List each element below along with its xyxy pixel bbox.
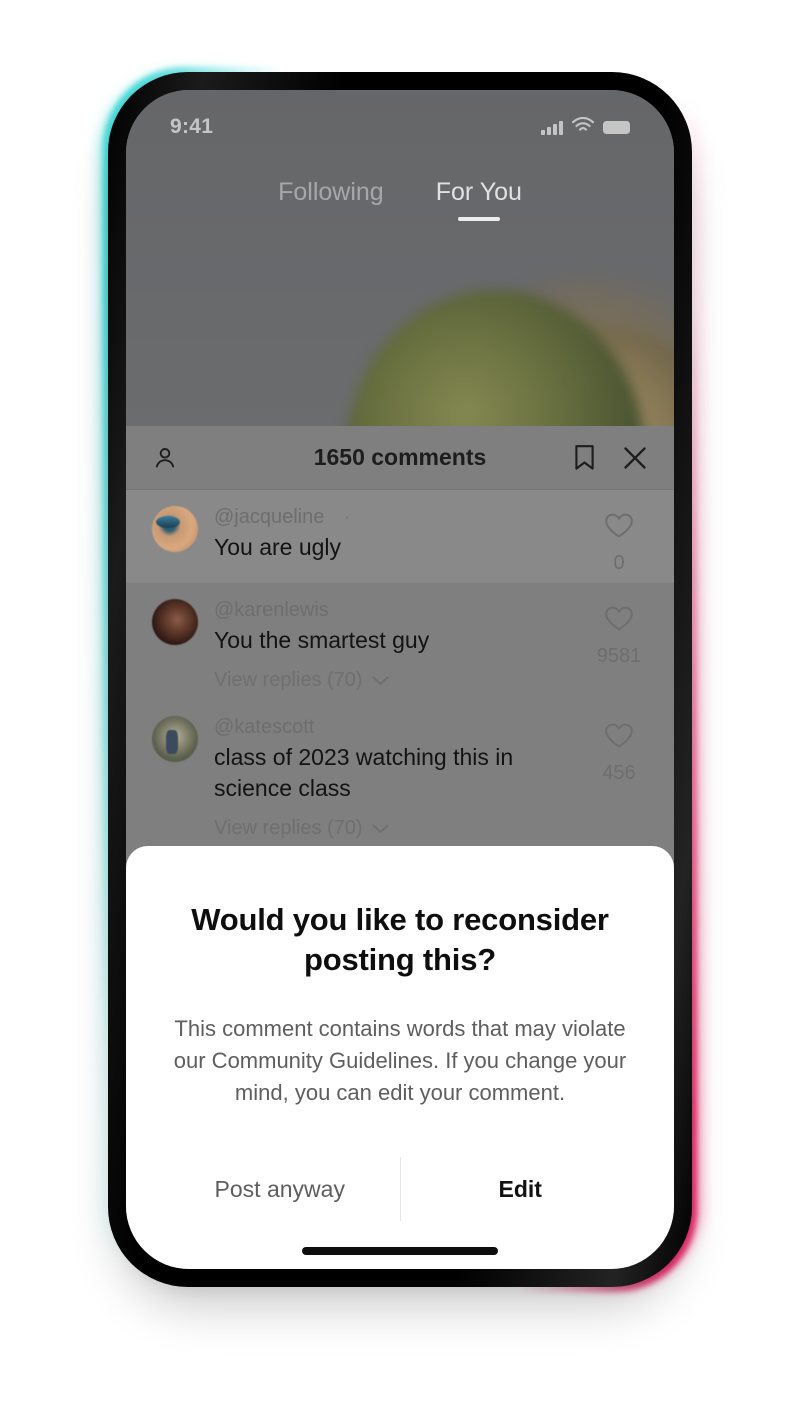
wifi-icon (571, 115, 595, 139)
status-time: 9:41 (170, 115, 214, 138)
home-indicator[interactable] (302, 1247, 498, 1255)
view-replies-label: View replies (70) (214, 669, 363, 692)
comment-username-row: @katescott (214, 716, 574, 739)
status-icon-group (541, 115, 630, 139)
comment-like-group[interactable]: 9581 (590, 599, 648, 692)
screenshot-canvas: 9:41 Following For You 1650 comments @ja… (0, 0, 800, 1422)
view-replies-button[interactable]: View replies (70) (214, 669, 574, 692)
view-replies-label: View replies (70) (214, 817, 363, 840)
comment-username[interactable]: @karenlewis (214, 599, 329, 621)
comment-sheet-header: 1650 comments (126, 426, 674, 490)
phone-screen: 9:41 Following For You 1650 comments @ja… (126, 90, 674, 1269)
comment-username-row: @karenlewis (214, 599, 574, 622)
person-icon[interactable] (152, 445, 178, 471)
chevron-down-icon (372, 817, 389, 840)
phone-mockup: 9:41 Following For You 1650 comments @ja… (99, 67, 701, 1292)
comment-username[interactable]: @katescott (214, 716, 314, 738)
comment-item[interactable]: @jacqueline · You are ugly 0 (126, 490, 674, 583)
comment-item[interactable]: @karenlewis You the smartest guy View re… (126, 583, 674, 700)
like-count: 456 (602, 762, 636, 785)
comment-text: You the smartest guy (214, 627, 430, 653)
view-replies-button[interactable]: View replies (70) (214, 817, 574, 840)
comment-body: @karenlewis You the smartest guy View re… (214, 599, 574, 692)
feed-tab-bar: Following For You (126, 178, 674, 207)
post-anyway-button[interactable]: Post anyway (160, 1151, 400, 1227)
comment-text: You are ugly (214, 534, 342, 560)
tab-for-you[interactable]: For You (436, 178, 522, 207)
avatar[interactable] (152, 506, 198, 552)
tab-following[interactable]: Following (278, 178, 384, 207)
heart-icon[interactable] (604, 722, 634, 754)
avatar[interactable] (152, 599, 198, 645)
heart-icon[interactable] (604, 512, 634, 544)
chevron-down-icon (372, 669, 389, 692)
comment-item[interactable]: @katescott class of 2023 watching this i… (126, 700, 674, 848)
battery-icon (603, 120, 630, 134)
comment-username-row: @jacqueline · (214, 506, 574, 529)
dialog-description: This comment contains words that may vio… (173, 1016, 627, 1106)
comment-like-group[interactable]: 456 (590, 716, 648, 840)
like-count: 0 (613, 552, 625, 574)
cellular-signal-icon (541, 120, 563, 135)
comment-like-group[interactable]: 0 (590, 506, 648, 575)
edit-button[interactable]: Edit (401, 1151, 641, 1227)
comment-username[interactable]: @jacqueline (214, 506, 324, 528)
like-count: 9581 (596, 645, 642, 667)
reconsider-posting-dialog: Would you like to reconsider posting thi… (126, 845, 674, 1269)
status-bar: 9:41 (126, 108, 674, 146)
avatar[interactable] (152, 716, 198, 763)
comment-body: @katescott class of 2023 watching this i… (214, 716, 574, 840)
heart-icon[interactable] (604, 605, 634, 637)
phone-bezel: 9:41 Following For You 1650 comments @ja… (108, 72, 692, 1287)
comment-text: class of 2023 watching this in science c… (214, 744, 514, 801)
dialog-title: Would you like to reconsider posting thi… (191, 901, 609, 978)
dialog-action-row: Post anyway Edit (160, 1151, 640, 1227)
comment-meta-dot: · (343, 506, 351, 528)
close-icon[interactable] (622, 445, 648, 471)
comment-body: @jacqueline · You are ugly (214, 506, 574, 575)
bookmark-icon[interactable] (573, 444, 596, 471)
comment-sheet-header-actions (573, 444, 648, 471)
